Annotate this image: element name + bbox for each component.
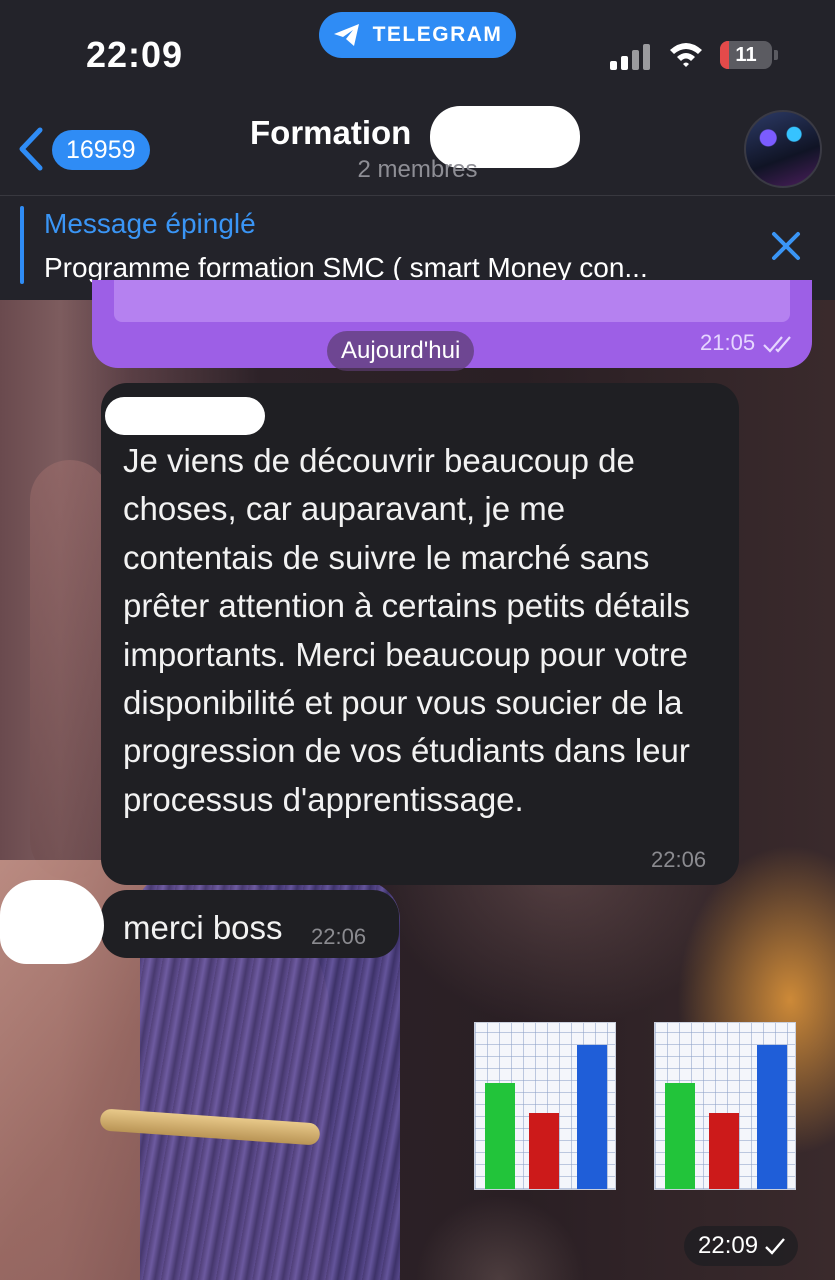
check-icon — [765, 1238, 785, 1255]
group-avatar[interactable] — [744, 110, 822, 188]
message-time: 22:09 — [698, 1232, 759, 1259]
reply-quote — [114, 280, 790, 322]
telegram-app-pill[interactable]: TELEGRAM — [319, 12, 516, 58]
incoming-message-bubble[interactable]: merci boss 22:06 — [101, 890, 399, 958]
chat-header: 16959 Formation 2 membres — [0, 100, 835, 196]
chat-title[interactable]: Formation — [250, 114, 411, 152]
status-time: 22:09 — [86, 34, 184, 75]
message-time: 22:06 — [311, 924, 367, 949]
emoji-message-time: 22:09 — [684, 1226, 799, 1266]
telegram-plane-icon — [333, 24, 359, 46]
bar-chart-emoji[interactable] — [474, 1022, 616, 1190]
battery-level: 11 — [735, 44, 757, 66]
telegram-pill-label: TELEGRAM — [372, 23, 503, 46]
bar-chart-emoji[interactable] — [654, 1022, 796, 1190]
incoming-message-bubble[interactable]: Je viens de découvrir beaucoup de choses… — [101, 383, 739, 885]
battery-cap — [774, 50, 778, 60]
status-bar: 22:09 TELEGRAM 11 — [0, 0, 835, 100]
redaction-mark — [105, 397, 265, 435]
message-time: 21:05 — [700, 330, 756, 355]
chat-member-count: 2 membres — [357, 156, 478, 183]
message-time: 22:06 — [651, 847, 707, 872]
wallpaper-blur — [30, 460, 110, 880]
message-text: merci boss — [123, 909, 283, 946]
pinned-indicator — [20, 206, 24, 284]
double-check-icon — [763, 336, 791, 353]
wifi-icon — [670, 43, 702, 67]
date-separator: Aujourd'hui — [327, 331, 475, 371]
signal-icon — [610, 42, 652, 70]
sender-avatar[interactable] — [0, 880, 104, 964]
message-text: Je viens de découvrir beaucoup de choses… — [123, 442, 690, 818]
battery-icon: 11 — [720, 41, 772, 69]
pinned-label: Message épinglé — [44, 208, 256, 239]
close-icon[interactable] — [768, 228, 804, 264]
